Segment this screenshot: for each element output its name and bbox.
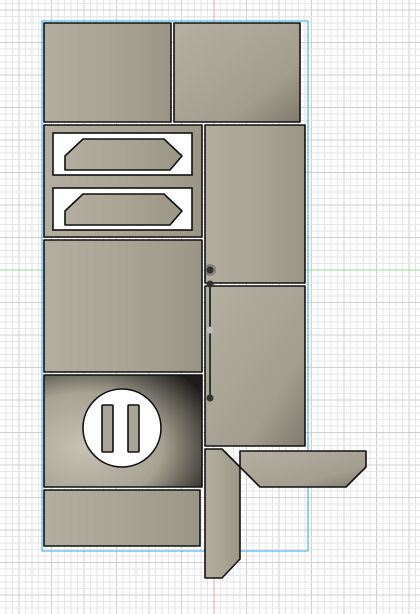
cad-viewport[interactable]	[0, 0, 420, 614]
panel-middle-left[interactable]	[43, 239, 203, 373]
panel-right-lower[interactable]	[204, 285, 306, 447]
constraint-point[interactable]	[206, 266, 214, 274]
constraint-point-inactive[interactable]	[206, 326, 214, 334]
constraint-point[interactable]	[206, 394, 214, 402]
coin-slot-icon	[82, 388, 162, 468]
panel-bottom-left[interactable]	[43, 489, 201, 547]
sketch-canvas[interactable]	[0, 0, 420, 614]
drawer-handle-bottom[interactable]	[64, 193, 183, 226]
constraint-point[interactable]	[206, 280, 214, 288]
drawer-handle-top[interactable]	[64, 138, 183, 171]
panel-top-right[interactable]	[173, 22, 301, 123]
angled-strip[interactable]	[204, 448, 241, 579]
panel-right-upper[interactable]	[204, 124, 306, 284]
panel-top-left[interactable]	[43, 22, 172, 123]
angled-shelf[interactable]	[239, 450, 367, 488]
